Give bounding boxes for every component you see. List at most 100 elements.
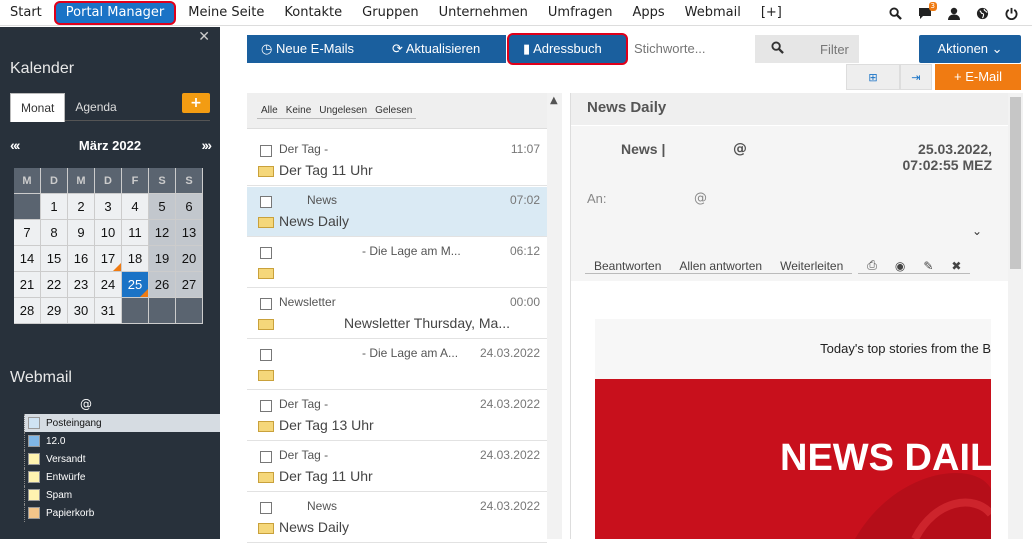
message-checkbox[interactable] — [260, 451, 272, 463]
edit-icon[interactable]: ✎ — [914, 259, 943, 274]
filter-button[interactable]: Filter — [755, 35, 859, 63]
print-icon[interactable]: ⎙ — [858, 258, 886, 274]
close-icon[interactable]: ✖ — [942, 259, 971, 274]
folder-papierkorb[interactable]: Papierkorb — [24, 504, 220, 522]
refresh-button[interactable]: ⟳ Aktualisieren — [378, 35, 506, 63]
list-scrollbar[interactable]: ▲ — [547, 93, 562, 539]
calendar-day[interactable]: 15 — [41, 246, 68, 272]
account-label[interactable]: @ — [80, 397, 92, 411]
calendar-day[interactable]: 19 — [149, 246, 176, 272]
search-input[interactable] — [628, 35, 754, 62]
addressbook-button[interactable]: ▮ Adressbuch — [507, 33, 628, 65]
calendar-day[interactable]: 25 — [122, 272, 149, 298]
calendar-day[interactable]: 31 — [95, 298, 122, 324]
calendar-day[interactable]: 9 — [68, 220, 95, 246]
reader-scroll-thumb[interactable] — [1010, 97, 1021, 269]
tree-view-icon[interactable]: ⊞ — [846, 64, 900, 90]
user-icon[interactable] — [939, 3, 968, 23]
forward-button[interactable]: Weiterleiten — [771, 259, 853, 274]
filter-none[interactable]: Keine — [281, 103, 316, 119]
calendar-day[interactable]: 20 — [176, 246, 203, 272]
nav-portal-manager[interactable]: Portal Manager — [53, 0, 177, 25]
globe-icon[interactable] — [968, 3, 997, 23]
message-row[interactable]: Der Tag - Der Tag 11 Uhr 11:07 — [247, 136, 547, 186]
calendar-day[interactable]: 5 — [149, 194, 176, 220]
calendar-day[interactable]: 29 — [41, 298, 68, 324]
message-row[interactable]: News News Daily 07:02 — [247, 187, 547, 237]
import-icon[interactable]: ⇥ — [900, 64, 932, 90]
filter-read[interactable]: Gelesen — [371, 103, 417, 119]
scroll-up-icon[interactable]: ▲ — [550, 95, 558, 106]
actions-dropdown[interactable]: Aktionen ⌄ — [919, 35, 1021, 63]
nav-webmail[interactable]: Webmail — [675, 0, 751, 26]
nav-meine-seite[interactable]: Meine Seite — [178, 0, 274, 26]
calendar-day[interactable]: 14 — [14, 246, 41, 272]
message-checkbox[interactable] — [260, 247, 272, 259]
calendar-day[interactable]: 10 — [95, 220, 122, 246]
message-checkbox[interactable] — [260, 298, 272, 310]
next-month-button[interactable]: ›» — [202, 137, 213, 153]
filter-unread[interactable]: Ungelesen — [315, 103, 372, 119]
nav-unternehmen[interactable]: Unternehmen — [429, 0, 538, 26]
calendar-day[interactable]: 18 — [122, 246, 149, 272]
zoom-icon[interactable] — [881, 3, 910, 23]
eye-icon[interactable]: ◉ — [885, 259, 915, 274]
calendar-day[interactable]: 2 — [68, 194, 95, 220]
nav-kontakte[interactable]: Kontakte — [274, 0, 352, 26]
add-event-button[interactable]: + — [182, 93, 210, 113]
new-mails-button[interactable]: ◷ Neue E-Mails — [247, 35, 378, 63]
message-checkbox[interactable] — [260, 196, 272, 208]
message-row[interactable]: - Die Lage am A... 24.03.2022 — [247, 340, 547, 390]
message-checkbox[interactable] — [260, 502, 272, 514]
message-row[interactable]: Der Tag - Der Tag 11 Uhr 24.03.2022 — [247, 442, 547, 492]
calendar-day[interactable]: 24 — [95, 272, 122, 298]
expand-chevron-icon[interactable]: ⌄ — [972, 224, 982, 238]
chat-icon[interactable]: 3 — [910, 2, 939, 23]
message-checkbox[interactable] — [260, 349, 272, 361]
message-row[interactable]: News News Daily 24.03.2022 — [247, 493, 547, 543]
message-row[interactable]: - Die Lage am M... 06:12 — [247, 238, 547, 288]
folder-versandt[interactable]: Versandt — [24, 450, 220, 468]
calendar-day[interactable]: 27 — [176, 272, 203, 298]
message-row[interactable]: Der Tag - Der Tag 13 Uhr 24.03.2022 — [247, 391, 547, 441]
tab-agenda[interactable]: Agenda — [65, 93, 126, 120]
calendar-day[interactable]: 7 — [14, 220, 41, 246]
nav-apps[interactable]: Apps — [622, 0, 674, 26]
message-checkbox[interactable] — [260, 145, 272, 157]
folder-12[interactable]: 12.0 — [24, 432, 220, 450]
calendar-day[interactable]: 17 — [95, 246, 122, 272]
calendar-day[interactable]: 16 — [68, 246, 95, 272]
reply-all-button[interactable]: Allen antworten — [670, 259, 772, 274]
calendar-day[interactable]: 11 — [122, 220, 149, 246]
logout-icon[interactable] — [997, 3, 1026, 23]
reply-button[interactable]: Beantworten — [585, 259, 671, 274]
calendar-day[interactable]: 4 — [122, 194, 149, 220]
close-sidebar-icon[interactable]: ✕ — [198, 29, 210, 45]
calendar-day[interactable]: 13 — [176, 220, 203, 246]
nav-gruppen[interactable]: Gruppen — [352, 0, 428, 26]
calendar-day[interactable]: 30 — [68, 298, 95, 324]
calendar-day[interactable]: 22 — [41, 272, 68, 298]
calendar-day[interactable]: 1 — [41, 194, 68, 220]
calendar-day[interactable]: 21 — [14, 272, 41, 298]
folder-posteingang[interactable]: Posteingang — [24, 414, 220, 432]
calendar-day[interactable]: 3 — [95, 194, 122, 220]
prev-month-button[interactable]: «‹ — [10, 137, 21, 153]
calendar-day[interactable]: 8 — [41, 220, 68, 246]
calendar-day[interactable]: 26 — [149, 272, 176, 298]
message-row[interactable]: Newsletter Newsletter Thursday, Ma... 00:0… — [247, 289, 547, 339]
message-checkbox[interactable] — [260, 400, 272, 412]
calendar-day[interactable]: 12 — [149, 220, 176, 246]
calendar-day[interactable]: 23 — [68, 272, 95, 298]
new-email-button[interactable]: + E-Mail — [935, 64, 1021, 90]
filter-all[interactable]: Alle — [257, 103, 282, 119]
nav-start[interactable]: Start — [0, 0, 52, 26]
tab-monat[interactable]: Monat — [10, 93, 66, 122]
nav-add[interactable]: [+] — [751, 0, 792, 26]
folder-entwuerfe[interactable]: Entwürfe — [24, 468, 220, 486]
calendar-day[interactable]: 6 — [176, 194, 203, 220]
calendar-day[interactable]: 28 — [14, 298, 41, 324]
reader-scrollbar[interactable] — [1008, 93, 1023, 539]
folder-spam[interactable]: Spam — [24, 486, 220, 504]
nav-umfragen[interactable]: Umfragen — [538, 0, 623, 26]
